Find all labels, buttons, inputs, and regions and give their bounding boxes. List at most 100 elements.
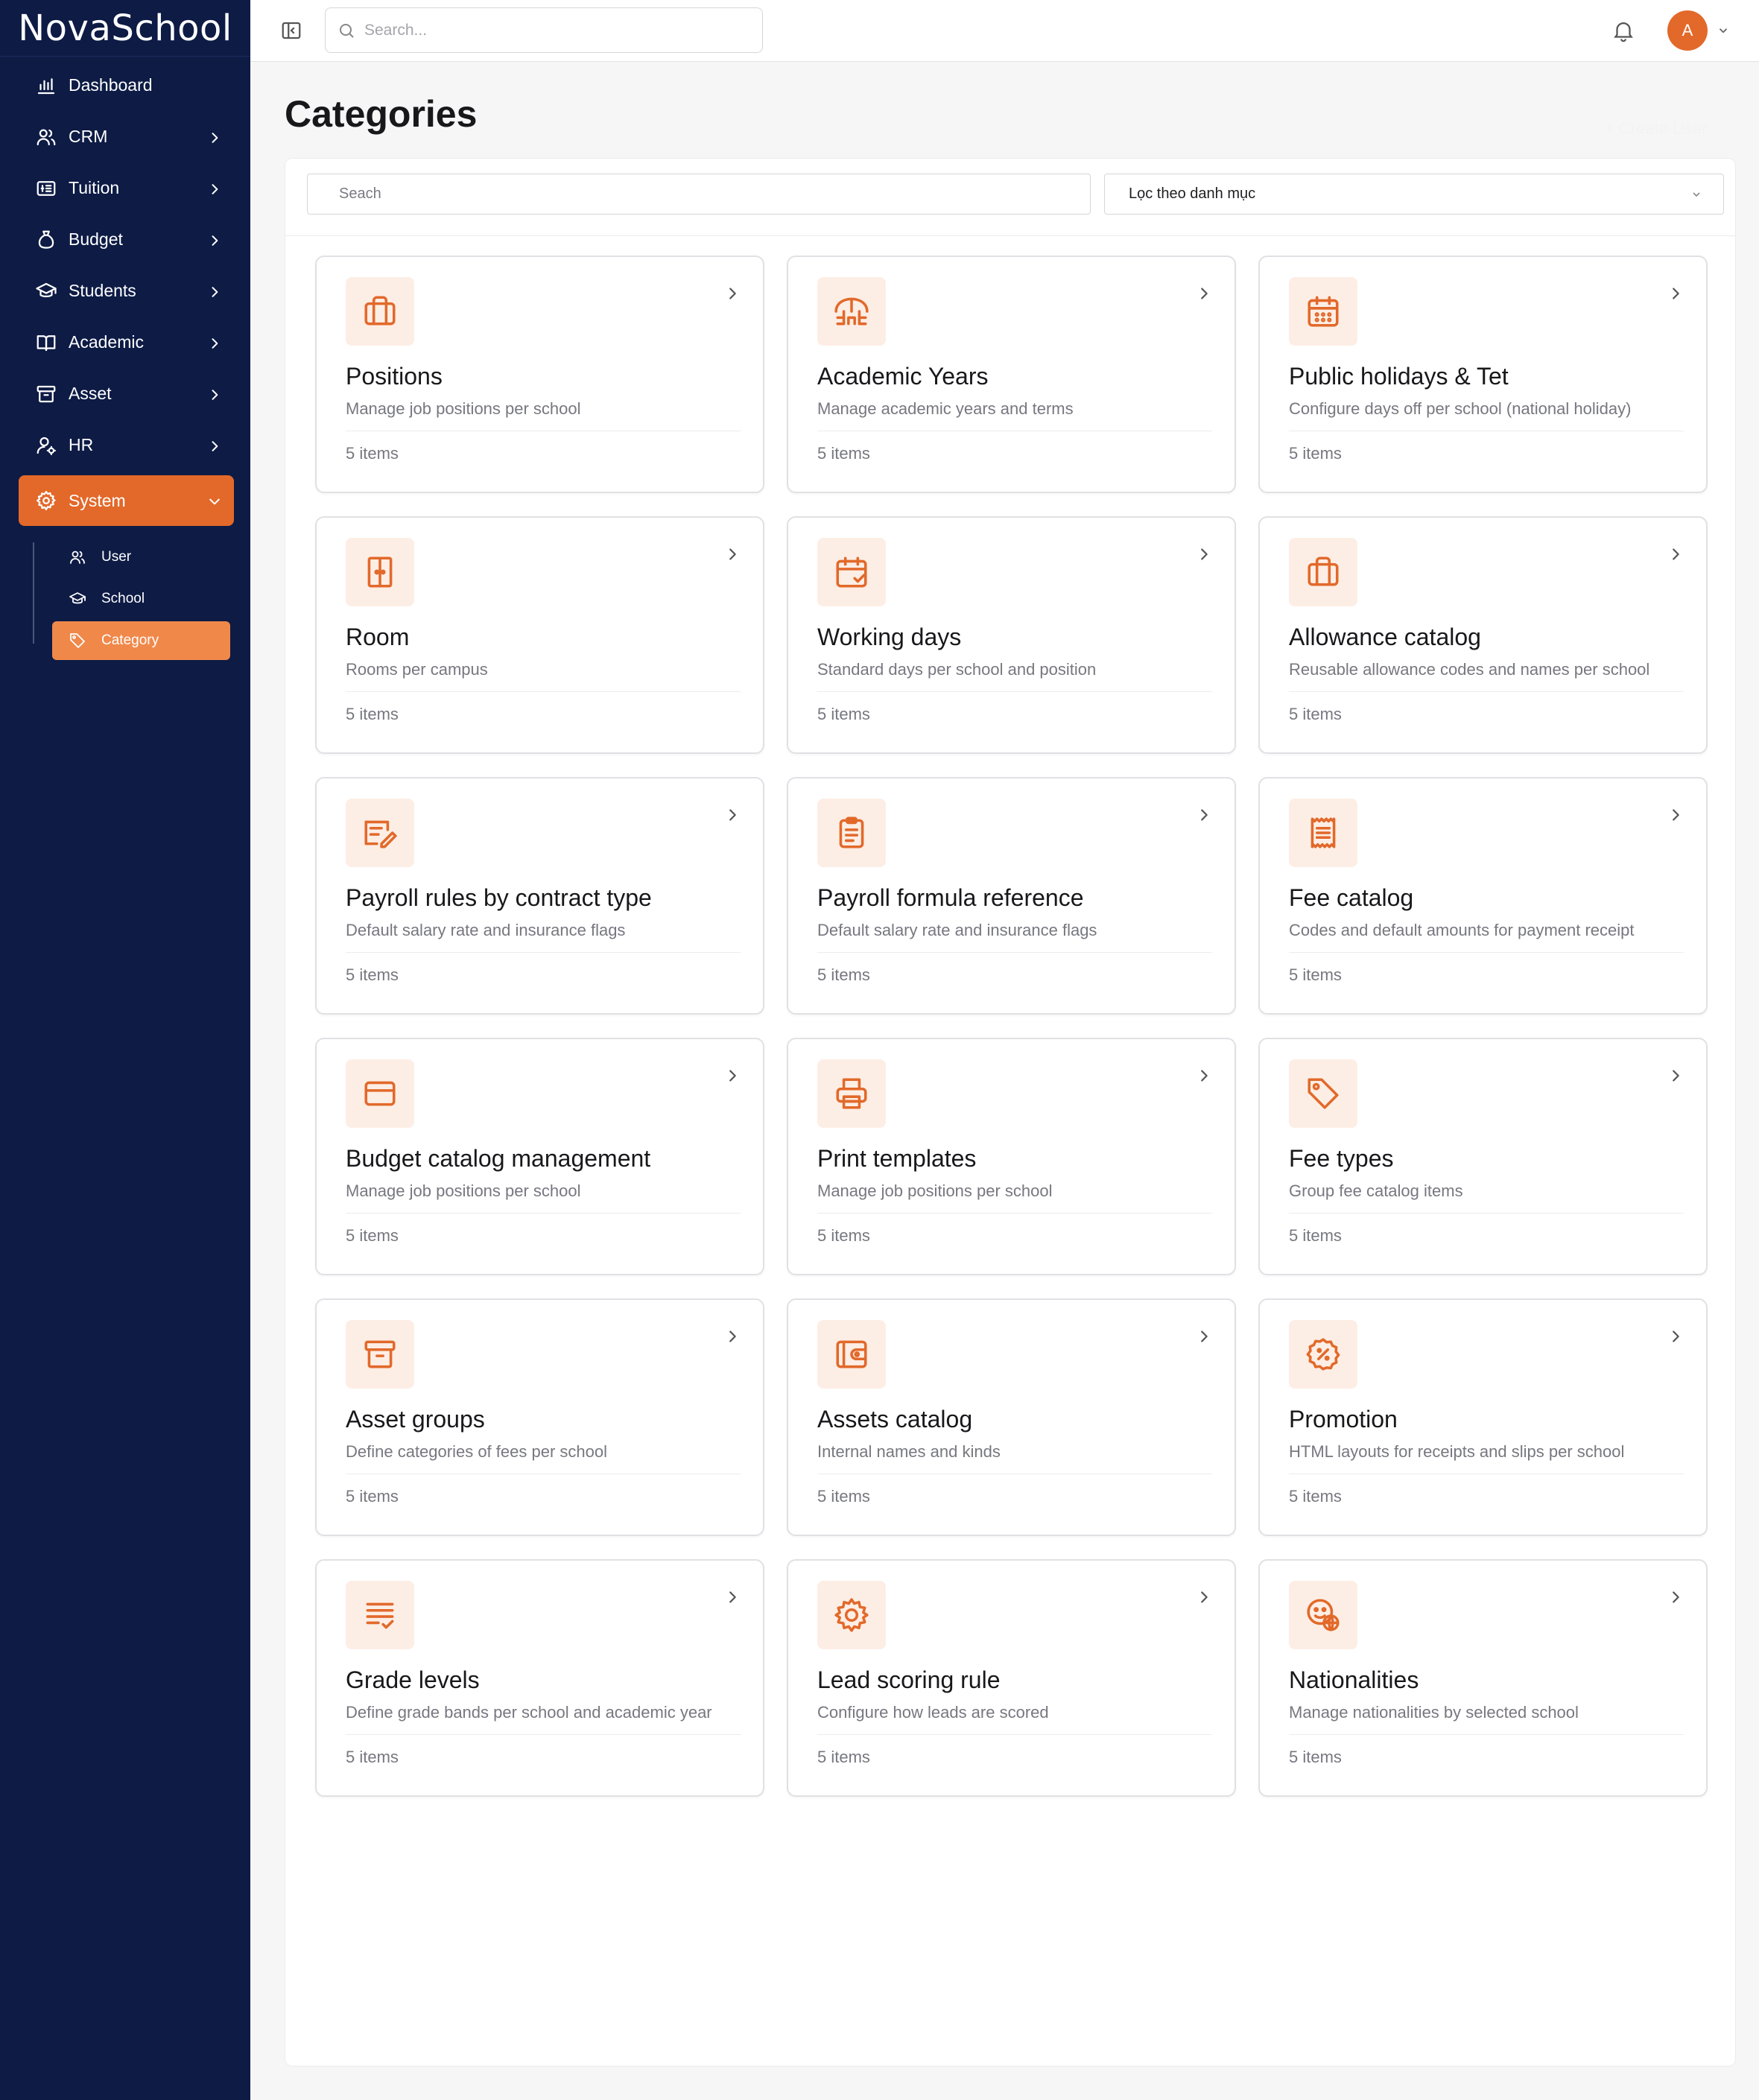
chevron-right-icon[interactable] bbox=[1196, 285, 1212, 302]
sidebar-item-system[interactable]: System bbox=[19, 475, 234, 526]
chevron-right-icon[interactable] bbox=[1667, 1068, 1684, 1084]
notification-bell-icon[interactable] bbox=[1611, 18, 1636, 43]
briefcase-icon bbox=[1289, 538, 1357, 606]
sidebar-item-label: Tuition bbox=[69, 178, 120, 197]
sidebar-subitem-category[interactable]: Category bbox=[52, 621, 230, 660]
chevron-right-icon[interactable] bbox=[1667, 546, 1684, 562]
sidebar-item-students[interactable]: Students bbox=[0, 265, 250, 317]
card-description: Internal names and kinds bbox=[817, 1442, 1001, 1461]
chevron-right-icon[interactable] bbox=[1196, 807, 1212, 823]
sidebar-item-label: Dashboard bbox=[69, 75, 153, 95]
category-card[interactable]: Academic Years Manage academic years and … bbox=[787, 256, 1236, 493]
chevron-right-icon[interactable] bbox=[724, 546, 741, 562]
category-card[interactable]: Print templates Manage job positions per … bbox=[787, 1038, 1236, 1275]
sidebar-item-academic[interactable]: Academic bbox=[0, 317, 250, 368]
chevron-right-icon bbox=[207, 181, 222, 196]
chevron-right-icon bbox=[207, 284, 222, 299]
card-divider bbox=[346, 952, 741, 953]
category-card[interactable]: Positions Manage job positions per school… bbox=[315, 256, 764, 493]
sidebar-item-budget[interactable]: Budget bbox=[0, 214, 250, 265]
category-card[interactable]: Nationalities Manage nationalities by sel… bbox=[1258, 1559, 1708, 1797]
chevron-right-icon[interactable] bbox=[724, 807, 741, 823]
category-search-input[interactable] bbox=[307, 174, 1091, 215]
category-card[interactable]: Working days Standard days per school and… bbox=[787, 516, 1236, 754]
users-icon bbox=[34, 125, 58, 149]
chevron-right-icon[interactable] bbox=[1667, 1328, 1684, 1345]
chevron-right-icon[interactable] bbox=[724, 1589, 741, 1605]
edit-list-icon bbox=[346, 799, 414, 867]
category-card[interactable]: Payroll formula reference Default salary … bbox=[787, 777, 1236, 1015]
category-card[interactable]: Lead scoring rule Configure how leads are… bbox=[787, 1559, 1236, 1797]
card-title: Grade levels bbox=[346, 1666, 480, 1693]
bar-chart-icon bbox=[34, 74, 58, 98]
category-card[interactable]: Allowance catalog Reusable allowance code… bbox=[1258, 516, 1708, 754]
topbar: A bbox=[250, 0, 1759, 62]
chevron-right-icon[interactable] bbox=[1196, 1589, 1212, 1605]
category-card[interactable]: Budget catalog management Manage job posi… bbox=[315, 1038, 764, 1275]
chevron-right-icon[interactable] bbox=[1196, 1068, 1212, 1084]
sidebar-item-hr[interactable]: HR bbox=[0, 419, 250, 471]
category-card[interactable]: Room Rooms per campus 5 items bbox=[315, 516, 764, 754]
card-description: Manage job positions per school bbox=[346, 399, 581, 418]
card-item-count: 5 items bbox=[346, 1487, 399, 1506]
card-description: Configure how leads are scored bbox=[817, 1703, 1049, 1722]
chevron-right-icon bbox=[207, 335, 222, 350]
category-card[interactable]: Assets catalog Internal names and kinds 5 … bbox=[787, 1298, 1236, 1536]
card-title: Assets catalog bbox=[817, 1406, 973, 1433]
sidebar-subitem-school[interactable]: School bbox=[52, 578, 250, 620]
door-icon bbox=[346, 538, 414, 606]
briefcase-icon bbox=[346, 277, 414, 346]
chevron-right-icon[interactable] bbox=[724, 1328, 741, 1345]
category-card[interactable]: Payroll rules by contract type Default sa… bbox=[315, 777, 764, 1015]
chevron-right-icon[interactable] bbox=[1667, 807, 1684, 823]
card-divider bbox=[1289, 1734, 1684, 1735]
card-divider bbox=[817, 1734, 1212, 1735]
category-card[interactable]: Grade levels Define grade bands per schoo… bbox=[315, 1559, 764, 1797]
card-item-count: 5 items bbox=[346, 444, 399, 463]
chevron-right-icon bbox=[207, 232, 222, 247]
sidebar-subitem-label: Category bbox=[101, 632, 159, 648]
tag-icon bbox=[67, 630, 88, 651]
chevron-right-icon[interactable] bbox=[1667, 285, 1684, 302]
chevron-right-icon[interactable] bbox=[724, 285, 741, 302]
card-description: Configure days off per school (national … bbox=[1289, 399, 1632, 418]
category-card[interactable]: Asset groups Define categories of fees pe… bbox=[315, 1298, 764, 1536]
book-icon bbox=[34, 331, 58, 355]
card-description: Reusable allowance codes and names per s… bbox=[1289, 660, 1650, 679]
category-card[interactable]: Fee catalog Codes and default amounts for… bbox=[1258, 777, 1708, 1015]
sidebar-item-tuition[interactable]: Tuition bbox=[0, 162, 250, 214]
card-description: Define categories of fees per school bbox=[346, 1442, 607, 1461]
card-divider bbox=[817, 952, 1212, 953]
brand-logo[interactable]: NovaSchool bbox=[0, 0, 250, 57]
sidebar-item-crm[interactable]: CRM bbox=[0, 111, 250, 162]
global-search-input[interactable] bbox=[364, 21, 737, 39]
card-item-count: 5 items bbox=[817, 1748, 870, 1766]
chevron-right-icon[interactable] bbox=[1667, 1589, 1684, 1605]
card-description: Manage nationalities by selected school bbox=[1289, 1703, 1579, 1722]
sidebar-item-asset[interactable]: Asset bbox=[0, 368, 250, 419]
category-card[interactable]: Public holidays & Tet Configure days off … bbox=[1258, 256, 1708, 493]
chevron-right-icon bbox=[207, 130, 222, 145]
card-item-count: 5 items bbox=[817, 444, 870, 463]
category-filter-select[interactable]: Lọc theo danh mục bbox=[1104, 174, 1724, 215]
sidebar-subitem-user[interactable]: User bbox=[52, 536, 250, 578]
receipt-icon bbox=[1289, 799, 1357, 867]
user-gear-icon bbox=[34, 434, 58, 457]
user-avatar[interactable]: A bbox=[1667, 10, 1708, 51]
card-item-count: 5 items bbox=[817, 1226, 870, 1245]
system-subnav: User School Category bbox=[0, 536, 250, 660]
card-description: Manage job positions per school bbox=[346, 1181, 581, 1200]
chevron-right-icon[interactable] bbox=[724, 1068, 741, 1084]
category-filter-value: Lọc theo danh mục bbox=[1129, 185, 1256, 202]
category-card[interactable]: Fee types Group fee catalog items 5 items bbox=[1258, 1038, 1708, 1275]
sidebar-item-dashboard[interactable]: Dashboard bbox=[0, 60, 250, 111]
chevron-right-icon[interactable] bbox=[1196, 546, 1212, 562]
create-user-button[interactable]: + Create User bbox=[1605, 119, 1708, 139]
sidebar-toggle-icon[interactable] bbox=[280, 19, 302, 42]
chevron-down-icon[interactable] bbox=[1717, 24, 1730, 37]
category-card[interactable]: Promotion HTML layouts for receipts and s… bbox=[1258, 1298, 1708, 1536]
chevron-right-icon[interactable] bbox=[1196, 1328, 1212, 1345]
card-divider bbox=[1289, 1213, 1684, 1214]
card-title: Payroll formula reference bbox=[817, 884, 1084, 911]
credit-card-icon bbox=[346, 1059, 414, 1128]
